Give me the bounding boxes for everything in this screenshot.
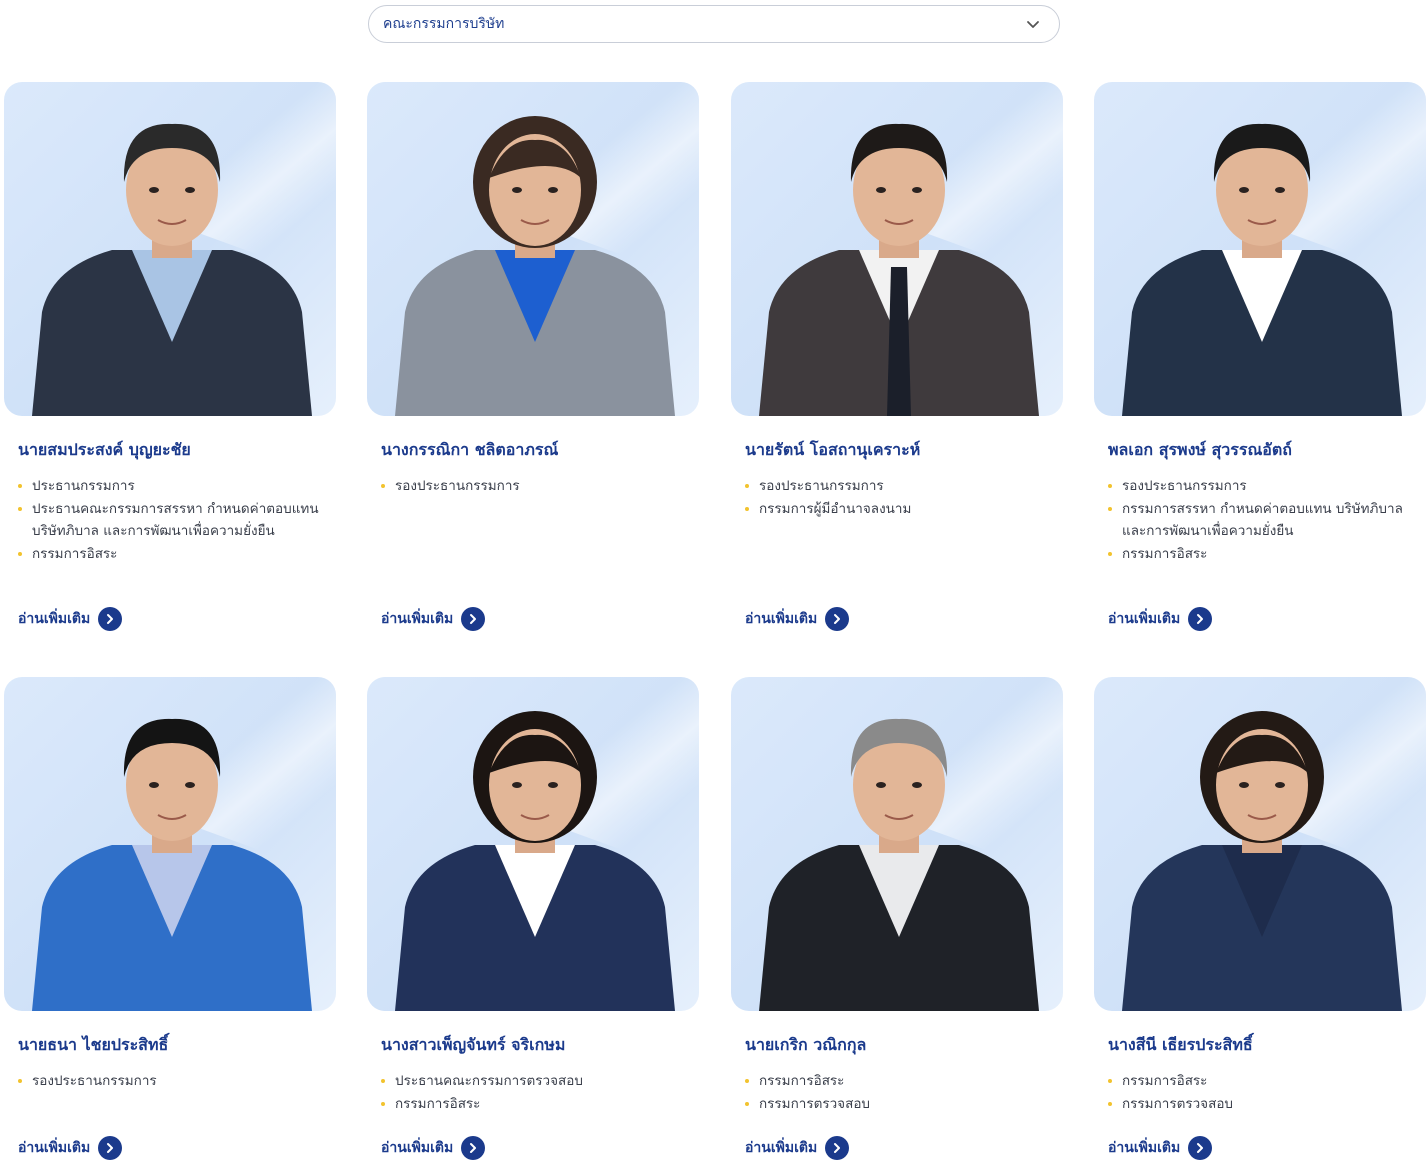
member-photo: [731, 82, 1063, 416]
member-roles: กรรมการอิสระ กรรมการตรวจสอบ: [1106, 1070, 1418, 1115]
read-more-label: อ่านเพิ่มเติม: [745, 611, 818, 627]
member-photo: [367, 82, 699, 416]
member-roles: รองประธานกรรมการ: [379, 475, 691, 498]
member-photo-illustration: [759, 123, 1039, 416]
board-member-card: นายรัตน์ โอสถานุเคราะห์รองประธานกรรมการก…: [731, 82, 1065, 633]
read-more-link[interactable]: อ่านเพิ่มเติม: [381, 607, 486, 631]
member-photo: [4, 677, 336, 1011]
chevron-down-icon: [1027, 21, 1039, 28]
member-role: กรรมการอิสระ: [1106, 1070, 1418, 1093]
member-role: กรรมการอิสระ: [379, 1093, 691, 1116]
read-more-link[interactable]: อ่านเพิ่มเติม: [745, 607, 850, 631]
board-member-card: นายสมประสงค์ บุญยะชัยประธานกรรมการ ประธาน…: [4, 82, 338, 633]
member-photo-illustration: [1122, 711, 1402, 1011]
member-roles: ประธานกรรมการ ประธานคณะกรรมการสรรหา กำหนด…: [16, 475, 328, 565]
member-photo-illustration: [395, 711, 675, 1011]
member-role: กรรมการตรวจสอบ: [743, 1093, 1055, 1116]
member-name: นายสมประสงค์ บุญยะชัย: [18, 440, 191, 459]
member-role: กรรมการอิสระ: [1106, 543, 1418, 566]
member-role: ประธานคณะกรรมการตรวจสอบ: [379, 1070, 691, 1093]
member-role: รองประธานกรรมการ: [379, 475, 691, 498]
member-role: กรรมการตรวจสอบ: [1106, 1093, 1418, 1116]
read-more-link[interactable]: อ่านเพิ่มเติม: [381, 1136, 486, 1160]
member-roles: รองประธานกรรมการ กรรมการผู้มีอำนาจลงนาม: [743, 475, 1055, 520]
board-member-card: นางสีนี เธียรประสิทธิ์กรรมการอิสระ กรรมกา…: [1094, 677, 1427, 1162]
member-role: กรรมการอิสระ: [16, 543, 328, 566]
read-more-link[interactable]: อ่านเพิ่มเติม: [18, 607, 123, 631]
read-more-link[interactable]: อ่านเพิ่มเติม: [745, 1136, 850, 1160]
member-name: นางสาวเพ็ญจันทร์ จริเกษม: [381, 1035, 566, 1054]
arrow-right-icon: [825, 1136, 850, 1160]
read-more-label: อ่านเพิ่มเติม: [18, 611, 91, 627]
arrow-right-icon: [1188, 607, 1213, 631]
member-name: นายเกริก วณิกกุล: [745, 1035, 867, 1054]
arrow-right-icon: [461, 607, 486, 631]
member-role: รองประธานกรรมการ: [16, 1070, 328, 1093]
member-role: กรรมการอิสระ: [743, 1070, 1055, 1093]
read-more-label: อ่านเพิ่มเติม: [18, 1140, 91, 1156]
member-name: นางสีนี เธียรประสิทธิ์: [1108, 1035, 1253, 1054]
member-photo: [1094, 677, 1426, 1011]
member-role: กรรมการสรรหา กำหนดค่าตอบแทน บริษัทภิบาล …: [1106, 498, 1418, 543]
read-more-label: อ่านเพิ่มเติม: [1108, 1140, 1181, 1156]
read-more-label: อ่านเพิ่มเติม: [381, 1140, 454, 1156]
member-photo-illustration: [32, 123, 312, 416]
read-more-label: อ่านเพิ่มเติม: [745, 1140, 818, 1156]
board-filter-select[interactable]: คณะกรรมการบริษัท: [368, 5, 1060, 43]
member-roles: ประธานคณะกรรมการตรวจสอบ กรรมการอิสระ: [379, 1070, 691, 1115]
member-name: พลเอก สุรพงษ์ สุวรรณอัตถ์: [1108, 440, 1292, 459]
member-photo: [731, 677, 1063, 1011]
read-more-link[interactable]: อ่านเพิ่มเติม: [18, 1136, 123, 1160]
read-more-label: อ่านเพิ่มเติม: [381, 611, 454, 627]
member-photo-illustration: [32, 718, 312, 1011]
member-role: ประธานคณะกรรมการสรรหา กำหนดค่าตอบแทน บริ…: [16, 498, 328, 543]
member-photo: [367, 677, 699, 1011]
read-more-link[interactable]: อ่านเพิ่มเติม: [1108, 1136, 1213, 1160]
member-role: รองประธานกรรมการ: [743, 475, 1055, 498]
member-name: นายรัตน์ โอสถานุเคราะห์: [745, 440, 921, 459]
arrow-right-icon: [98, 607, 123, 631]
member-name: นายธนา ไชยประสิทธิ์: [18, 1035, 169, 1054]
board-member-card: นายเกริก วณิกกุลกรรมการอิสระ กรรมการตรวจส…: [731, 677, 1065, 1162]
arrow-right-icon: [1188, 1136, 1213, 1160]
board-member-card: นางกรรณิกา ชลิตอาภรณ์รองประธานกรรมการอ่า…: [367, 82, 701, 633]
member-role: ประธานกรรมการ: [16, 475, 328, 498]
member-role: กรรมการผู้มีอำนาจลงนาม: [743, 498, 1055, 521]
board-filter-value: คณะกรรมการบริษัท: [383, 16, 505, 32]
member-roles: รองประธานกรรมการ กรรมการสรรหา กำหนดค่าตอบ…: [1106, 475, 1418, 565]
member-photo: [4, 82, 336, 416]
member-roles: รองประธานกรรมการ: [16, 1070, 328, 1093]
member-roles: กรรมการอิสระ กรรมการตรวจสอบ: [743, 1070, 1055, 1115]
read-more-label: อ่านเพิ่มเติม: [1108, 611, 1181, 627]
member-role: รองประธานกรรมการ: [1106, 475, 1418, 498]
member-name: นางกรรณิกา ชลิตอาภรณ์: [381, 440, 559, 459]
member-photo-illustration: [759, 718, 1039, 1011]
arrow-right-icon: [461, 1136, 486, 1160]
member-photo-illustration: [395, 116, 675, 416]
board-member-card: นางสาวเพ็ญจันทร์ จริเกษมประธานคณะกรรมการ…: [367, 677, 701, 1162]
member-photo-illustration: [1122, 123, 1402, 416]
read-more-link[interactable]: อ่านเพิ่มเติม: [1108, 607, 1213, 631]
member-photo: [1094, 82, 1426, 416]
arrow-right-icon: [98, 1136, 123, 1160]
arrow-right-icon: [825, 607, 850, 631]
board-member-card: นายธนา ไชยประสิทธิ์รองประธานกรรมการอ่านเ…: [4, 677, 338, 1162]
board-member-card: พลเอก สุรพงษ์ สุวรรณอัตถ์รองประธานกรรมกา…: [1094, 82, 1427, 633]
